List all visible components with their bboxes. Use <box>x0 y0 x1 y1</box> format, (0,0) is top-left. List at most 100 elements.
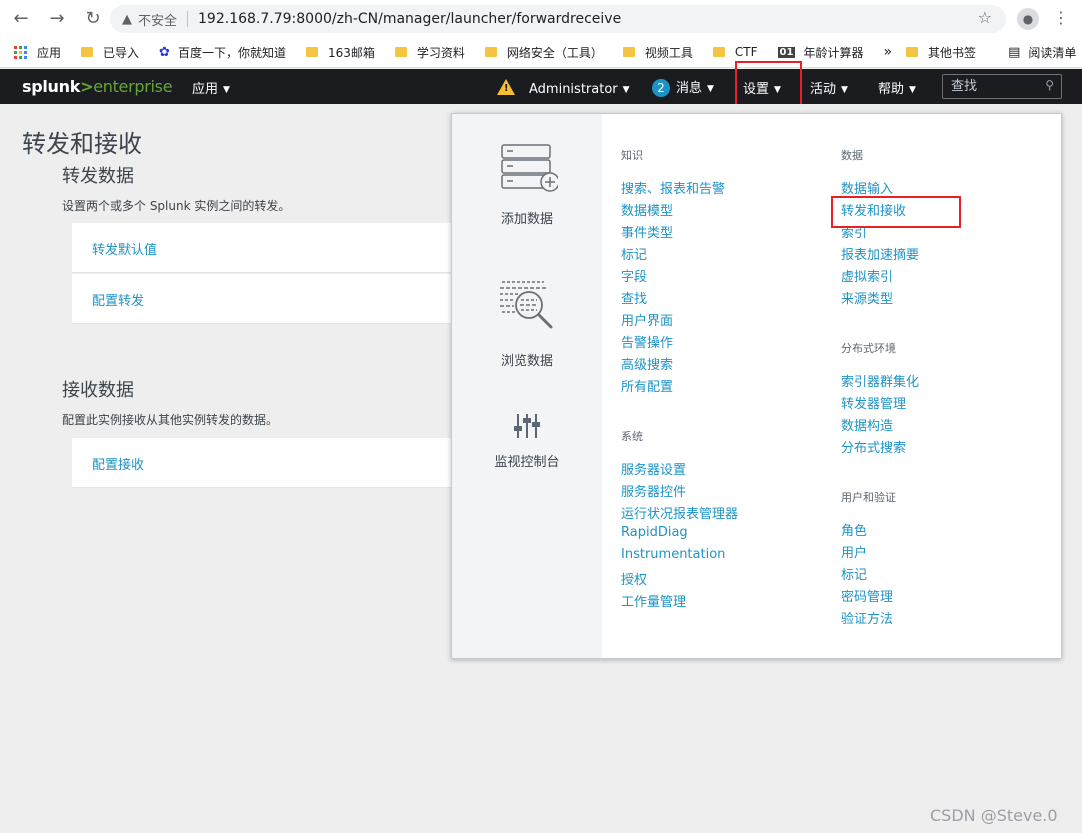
bookmark-label: CTF <box>734 45 758 59</box>
star-icon[interactable]: ☆ <box>978 8 992 27</box>
menu-item-authentication-methods[interactable]: 验证方法 <box>841 608 919 630</box>
forward-defaults-link[interactable]: 转发默认值 <box>92 239 157 258</box>
menu-item-event-types[interactable]: 事件类型 <box>621 222 738 244</box>
watermark: CSDN @Steve.0 <box>930 806 1058 825</box>
insecure-label[interactable]: 不安全 <box>138 10 177 29</box>
dropdown-tiles-panel: 添加数据 浏览数据 监视控制台 <box>452 114 602 658</box>
search-icon[interactable]: ⚲ <box>1045 78 1054 92</box>
url-text[interactable]: 192.168.7.79:8000/zh-CN/manager/launcher… <box>198 11 621 27</box>
menu-item-health-report-manager[interactable]: 运行状况报表管理器 <box>621 503 738 525</box>
card-configure-forwarding[interactable]: 配置转发 <box>72 274 462 324</box>
menu-icon[interactable]: ⋮ <box>1053 8 1069 27</box>
apps-menu[interactable]: 应用 ▼ <box>192 78 230 97</box>
splunk-logo[interactable]: splunk>enterprise <box>22 77 173 96</box>
menu-item-source-types[interactable]: 来源类型 <box>841 288 919 310</box>
tile-monitoring-console-label: 监视控制台 <box>494 455 560 470</box>
menu-item-workload-management[interactable]: 工作量管理 <box>621 591 738 613</box>
folder-icon <box>712 47 725 57</box>
reload-icon[interactable]: ↻ <box>78 4 108 34</box>
menu-item-virtual-indexes[interactable]: 虚拟索引 <box>841 266 919 288</box>
menu-item-all-configurations[interactable]: 所有配置 <box>621 376 738 398</box>
user-menu[interactable]: ! Administrator ▼ <box>497 77 630 97</box>
bookmark-label: 已导入 <box>103 45 140 60</box>
configure-receiving-link[interactable]: 配置接收 <box>92 454 144 473</box>
group-title-data: 数据 <box>841 149 863 162</box>
menu-item-forwarder-management[interactable]: 转发器管理 <box>841 393 919 415</box>
messages-menu[interactable]: 2 消息 ▼ <box>652 77 714 97</box>
menu-item-rapiddiag[interactable]: RapidDiag <box>621 525 738 547</box>
reading-list[interactable]: ▤ 阅读清单 <box>1008 44 1076 61</box>
menu-item-user-interface[interactable]: 用户界面 <box>621 310 738 332</box>
group-title-users-auth: 用户和验证 <box>841 491 896 504</box>
back-icon[interactable]: ← <box>6 4 36 34</box>
help-menu[interactable]: 帮助 ▼ <box>878 78 916 97</box>
bookmark-imported[interactable]: 已导入 <box>81 44 139 61</box>
bookmark-label: 应用 <box>37 45 62 60</box>
profile-icon[interactable]: ● <box>1017 8 1039 30</box>
menu-item-indexer-clustering[interactable]: 索引器群集化 <box>841 371 919 393</box>
caret-down-icon: ▼ <box>622 85 630 95</box>
menu-item-server-settings[interactable]: 服务器设置 <box>621 459 738 481</box>
bookmarks-bar: 应用 已导入 ✿ 百度一下，你就知道 163邮箱 学习资料 网络安全（工具） 视频… <box>0 37 1082 68</box>
bookmark-age-calc[interactable]: 01 年龄计算器 <box>777 44 863 61</box>
system-list: 服务器设置 服务器控件 运行状况报表管理器 RapidDiag Instrume… <box>621 459 738 613</box>
messages-label: 消息 <box>676 81 703 96</box>
card-forward-defaults[interactable]: 转发默认值 <box>72 223 462 273</box>
menu-item-distributed-search[interactable]: 分布式搜索 <box>841 437 919 459</box>
bookmark-baidu[interactable]: ✿ 百度一下，你就知道 <box>159 44 286 61</box>
activity-menu[interactable]: 活动 ▼ <box>810 78 848 97</box>
caret-down-icon: ▼ <box>909 85 916 95</box>
menu-item-data-models[interactable]: 数据模型 <box>621 200 738 222</box>
warning-icon: ▲ <box>122 11 132 27</box>
menu-item-data-fabric[interactable]: 数据构造 <box>841 415 919 437</box>
forward-icon[interactable]: → <box>42 4 72 34</box>
receive-section-title: 接收数据 <box>62 380 134 401</box>
card-configure-receiving[interactable]: 配置接收 <box>72 438 462 488</box>
tile-monitoring-console[interactable]: 监视控制台 <box>452 411 602 470</box>
menu-item-licensing[interactable]: 授权 <box>621 569 738 591</box>
menu-item-tokens[interactable]: 标记 <box>841 564 919 586</box>
bookmark-label: 百度一下，你就知道 <box>177 45 286 60</box>
reading-list-icon: ▤ <box>1008 44 1021 60</box>
bookmark-video[interactable]: 视频工具 <box>622 44 693 61</box>
menu-item-advanced-search[interactable]: 高级搜索 <box>621 354 738 376</box>
folder-icon <box>484 47 497 57</box>
bookmark-apps[interactable]: 应用 <box>14 44 61 61</box>
apps-grid-icon <box>14 45 27 59</box>
splunk-header: splunk>enterprise 应用 ▼ ! Administrator ▼ 2消… <box>0 69 1082 104</box>
caret-down-icon: ▼ <box>841 85 848 95</box>
receive-section-desc: 配置此实例接收从其他实例转发的数据。 <box>62 413 279 427</box>
menu-item-alert-actions[interactable]: 告警操作 <box>621 332 738 354</box>
menu-item-roles[interactable]: 角色 <box>841 520 919 542</box>
menu-item-server-controls[interactable]: 服务器控件 <box>621 481 738 503</box>
menu-item-fields[interactable]: 字段 <box>621 266 738 288</box>
configure-forwarding-link[interactable]: 配置转发 <box>92 290 144 309</box>
bookmark-ctf[interactable]: CTF <box>712 45 758 59</box>
menu-item-users[interactable]: 用户 <box>841 542 919 564</box>
bookmark-security[interactable]: 网络安全（工具） <box>484 44 603 61</box>
menu-item-report-acceleration[interactable]: 报表加速摘要 <box>841 244 919 266</box>
group-title-knowledge: 知识 <box>621 149 643 162</box>
distributed-list: 索引器群集化 转发器管理 数据构造 分布式搜索 <box>841 371 919 459</box>
address-bar[interactable]: ▲ 不安全 192.168.7.79:8000/zh-CN/manager/la… <box>110 5 1006 33</box>
menu-item-tags[interactable]: 标记 <box>621 244 738 266</box>
menu-item-password-management[interactable]: 密码管理 <box>841 586 919 608</box>
bookmark-163mail[interactable]: 163邮箱 <box>305 44 375 61</box>
tile-explore-data-label: 浏览数据 <box>500 354 553 369</box>
tile-explore-data[interactable]: 浏览数据 <box>452 276 602 369</box>
search-input[interactable] <box>943 75 1033 98</box>
menu-item-searches-reports-alerts[interactable]: 搜索、报表和告警 <box>621 178 738 200</box>
bookmark-label: 163邮箱 <box>327 45 375 60</box>
bookmark-study[interactable]: 学习资料 <box>394 44 465 61</box>
bookmark-label: 阅读清单 <box>1028 45 1077 60</box>
bookmark-other[interactable]: 其他书签 <box>906 44 976 61</box>
caret-down-icon: ▼ <box>707 84 714 94</box>
folder-icon <box>394 47 407 57</box>
menu-item-instrumentation[interactable]: Instrumentation <box>621 547 738 569</box>
users-list: 角色 用户 标记 密码管理 验证方法 <box>841 520 919 630</box>
tile-add-data[interactable]: 添加数据 <box>452 142 602 227</box>
menu-item-lookups[interactable]: 查找 <box>621 288 738 310</box>
page-title: 转发和接收 <box>22 130 142 158</box>
bookmarks-more-button[interactable]: » <box>883 44 892 60</box>
warning-icon[interactable]: ! <box>497 79 515 95</box>
